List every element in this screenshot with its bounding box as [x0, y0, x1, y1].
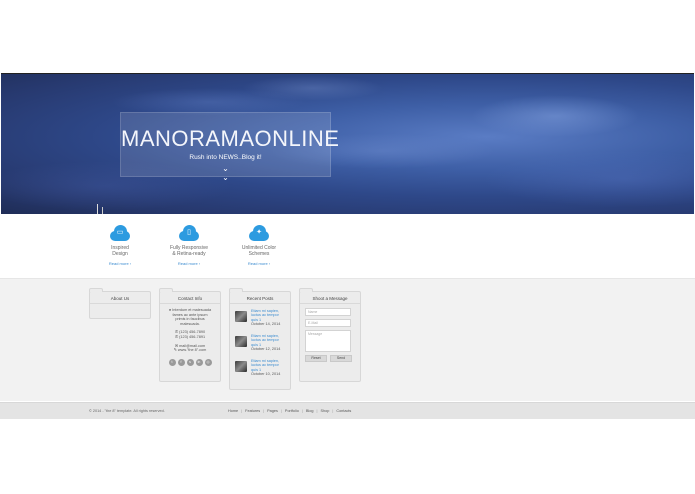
facebook-icon[interactable]: f	[177, 358, 185, 366]
linkedin-icon[interactable]: in	[195, 358, 203, 366]
feature-inspired-design: ▭ Inspired Design Read more ›	[90, 224, 150, 266]
post-title-link[interactable]: Etiam mi sapien, luctus ac tempor quis 1	[251, 309, 285, 322]
email-field[interactable]: E-Mail	[305, 319, 351, 327]
footer-nav: Home | Features | Pages | Portfolio | Blog | …	[225, 409, 354, 413]
footer-link-pages[interactable]: Pages	[264, 409, 281, 413]
features-row: ▭ Inspired Design Read more › ▯ Fully Res…	[100, 224, 300, 274]
phone-number: (123) 456-7891	[179, 334, 206, 339]
feature-label: Schemes	[248, 251, 270, 257]
widget-title: About Us	[90, 292, 150, 304]
post-title-link[interactable]: Etiam mi sapien, luctus ac tempor quis 1	[251, 334, 285, 347]
post-thumbnail[interactable]	[235, 361, 247, 372]
site-title[interactable]: MANORAMAONLINE	[121, 126, 339, 152]
cloud-background	[1, 74, 694, 214]
name-field[interactable]: Name	[305, 308, 351, 316]
skype-icon[interactable]: s	[186, 358, 194, 366]
address-line: Interdum et malesuada	[172, 308, 212, 312]
post-item[interactable]: Etiam mi sapien, luctus ac tempor quis 1…	[230, 333, 290, 358]
post-thumbnail[interactable]	[235, 311, 247, 322]
dribbble-icon[interactable]: ◎	[204, 358, 212, 366]
feature-label: & Retina-ready	[172, 251, 206, 257]
hero-banner: MANORAMAONLINE Rush into NEWS..Blog it! …	[1, 73, 694, 214]
copyright-text: © 2014 - "the 8" template. All rights re…	[89, 409, 165, 413]
footer-link-home[interactable]: Home	[225, 409, 241, 413]
cloud-laptop-icon: ▭	[108, 224, 132, 241]
address-line: malesuada.	[180, 321, 200, 326]
message-textarea[interactable]: Message	[305, 330, 351, 352]
website-link[interactable]: www."the 8".com	[178, 348, 206, 352]
cloud-tablet-icon: ▯	[177, 224, 201, 241]
chevron-down-double-icon[interactable]: ⌄ ⌄	[121, 164, 330, 182]
read-more-link[interactable]: Read more ›	[159, 261, 219, 266]
contact-widget: Contact Info ● Interdum et malesuada fam…	[159, 288, 221, 382]
recent-posts-widget: Recent Posts Etiam mi sapien, luctus ac …	[229, 288, 291, 390]
phone-number: (123) 456-7890	[179, 330, 206, 335]
tower-silhouette	[97, 204, 98, 214]
message-widget: Shoot a Message Name E-Mail Message Rese…	[299, 288, 361, 382]
footer-link-features[interactable]: Features	[242, 409, 263, 413]
email-link[interactable]: mail@mail.com	[179, 344, 205, 348]
read-more-link[interactable]: Read more ›	[90, 261, 150, 266]
cloud-magic-wand-icon: ✦	[247, 224, 271, 241]
post-date: October 12, 2014	[251, 347, 281, 351]
about-widget: About Us	[89, 288, 151, 319]
social-icons: t f s in ◎	[160, 358, 220, 366]
feature-label: Design	[112, 251, 128, 257]
send-button[interactable]: Send	[330, 355, 352, 362]
widget-band: About Us Contact Info ● Interdum et male…	[0, 278, 695, 401]
feature-color-schemes: ✦ Unlimited Color Schemes Read more ›	[229, 224, 289, 266]
site-tagline: Rush into NEWS..Blog it!	[189, 154, 262, 161]
post-item[interactable]: Etiam mi sapien, luctus ac tempor quis 1…	[230, 308, 290, 333]
footer-link-shop[interactable]: Shop	[317, 409, 332, 413]
widget-title: Recent Posts	[230, 292, 290, 304]
brand-box: MANORAMAONLINE Rush into NEWS..Blog it! …	[120, 112, 339, 182]
post-item[interactable]: Etiam mi sapien, luctus ac tempor quis 1…	[230, 358, 290, 383]
message-form: Name E-Mail Message Reset Send	[300, 304, 360, 366]
read-more-link[interactable]: Read more ›	[229, 261, 289, 266]
footer-link-portfolio[interactable]: Portfolio	[282, 409, 302, 413]
footer-bar: © 2014 - "the 8" template. All rights re…	[0, 402, 695, 419]
footer-link-contacts[interactable]: Contacts	[333, 409, 354, 413]
tower-silhouette	[102, 207, 103, 214]
widget-title: Contact Info	[160, 292, 220, 304]
footer-link-blog[interactable]: Blog	[303, 409, 317, 413]
feature-responsive: ▯ Fully Responsive & Retina-ready Read mo…	[159, 224, 219, 266]
widget-title: Shoot a Message	[300, 292, 360, 304]
post-thumbnail[interactable]	[235, 336, 247, 347]
post-date: October 10, 2014	[251, 372, 281, 376]
post-date: October 14, 2014	[251, 322, 281, 326]
twitter-icon[interactable]: t	[168, 358, 176, 366]
reset-button[interactable]: Reset	[305, 355, 327, 362]
post-title-link[interactable]: Etiam mi sapien, luctus ac tempor quis 1	[251, 359, 285, 372]
